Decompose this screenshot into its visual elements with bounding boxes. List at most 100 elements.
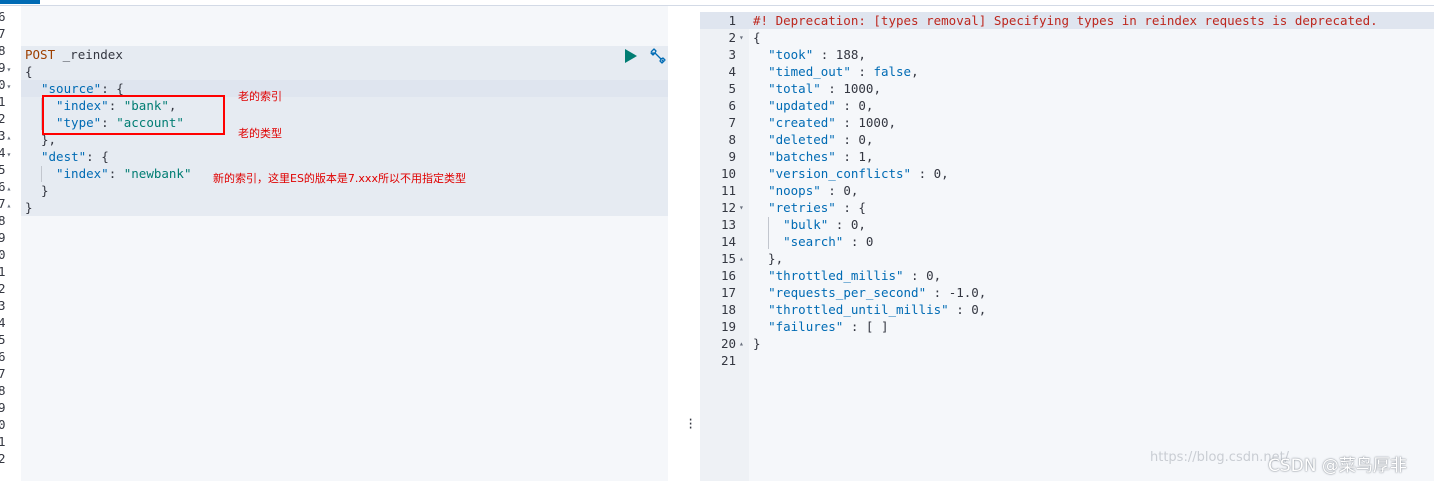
response-line: "failures" : [ ] xyxy=(768,319,889,334)
wrench-icon xyxy=(650,48,666,64)
response-line-number: 8 xyxy=(728,132,736,147)
fold-toggle-icon[interactable]: ▾ xyxy=(7,82,12,91)
response-line-number: 9 xyxy=(728,149,736,164)
punct: : { xyxy=(101,81,124,96)
response-line: "noops" : 0, xyxy=(768,183,859,198)
response-line: "batches" : 1, xyxy=(768,149,874,164)
response-line: "total" : 1000, xyxy=(768,81,881,96)
response-line: "throttled_millis" : 0, xyxy=(768,268,942,283)
line-number: 7 xyxy=(0,366,6,381)
line-number: 2 xyxy=(0,111,6,126)
fold-toggle-icon[interactable]: ▾ xyxy=(7,150,12,159)
fold-toggle-icon[interactable]: ▴ xyxy=(7,201,12,210)
response-line: { xyxy=(753,30,761,45)
line-number: 0▾ xyxy=(0,77,12,92)
code-line[interactable]: "index": "newbank" xyxy=(56,165,191,182)
code-line[interactable]: { xyxy=(25,63,33,80)
punct: : { xyxy=(86,149,109,164)
response-line-number: 2 xyxy=(728,30,736,45)
response-line: "requests_per_second" : -1.0, xyxy=(768,285,987,300)
response-line: "version_conflicts" : 0, xyxy=(768,166,949,181)
line-number: 7▴ xyxy=(0,196,12,211)
brace: } xyxy=(41,183,49,198)
line-number: 9▾ xyxy=(0,60,12,75)
play-icon xyxy=(625,49,637,63)
response-line: }, xyxy=(753,251,784,266)
fold-toggle-icon[interactable]: ▾ xyxy=(739,199,744,216)
json-key: "source" xyxy=(41,81,102,96)
active-tab-indicator[interactable] xyxy=(0,0,40,4)
line-number: 6 xyxy=(0,9,6,24)
fold-toggle-icon[interactable]: ▴ xyxy=(739,335,744,352)
response-line-number: 7 xyxy=(728,115,736,130)
response-line-number: 11 xyxy=(720,183,736,198)
indent-guide xyxy=(768,217,769,249)
fold-toggle-icon[interactable]: ▴ xyxy=(7,133,12,142)
response-line-number: 12 xyxy=(720,200,736,215)
line-number: 5 xyxy=(0,332,6,347)
line-number: 8 xyxy=(0,43,6,58)
line-number: 2 xyxy=(0,281,6,296)
annotation-old-index: 老的索引 xyxy=(238,90,282,103)
line-number: 1 xyxy=(0,264,6,279)
response-line-number: 16 xyxy=(720,268,736,283)
annotation-new-index: 新的索引，这里ES的版本是7.xxx所以不用指定类型 xyxy=(213,172,466,185)
request-editor-gutter: 6 7 8 9▾ 0▾ 1 2 3▴ 4▾ 5 6▴ 7▴ 8 9 0 1 2 3 4 5 6 7 8 9 0 1 2 xyxy=(0,6,21,481)
response-line-number: 15 xyxy=(720,251,736,266)
indent-guide xyxy=(41,166,42,182)
response-line-number: 3 xyxy=(728,47,736,62)
line-number: 3▴ xyxy=(0,128,12,143)
line-number: 0 xyxy=(0,247,6,262)
line-number: 4▾ xyxy=(0,145,12,160)
watermark-brand: CSDN @菜鸟厚非 xyxy=(1268,456,1407,476)
response-line-number: 19 xyxy=(720,319,736,334)
brace: } xyxy=(25,200,33,215)
code-line[interactable]: } xyxy=(41,182,49,199)
fold-toggle-icon[interactable]: ▾ xyxy=(7,65,12,74)
response-line-number: 10 xyxy=(720,166,736,181)
response-line-number: 21 xyxy=(720,353,736,368)
fold-toggle-icon[interactable]: ▾ xyxy=(739,29,744,46)
request-line[interactable]: POST _reindex xyxy=(25,46,123,63)
line-number: 9 xyxy=(0,400,6,415)
code-line[interactable]: "dest": { xyxy=(41,148,109,165)
line-number: 8 xyxy=(0,213,6,228)
line-number: 0 xyxy=(0,417,6,432)
json-key: "dest" xyxy=(41,149,87,164)
line-number: 8 xyxy=(0,383,6,398)
send-request-button[interactable] xyxy=(624,49,638,63)
request-url: _reindex xyxy=(62,47,123,62)
json-key: "index" xyxy=(56,166,109,181)
drag-handle-icon[interactable]: · · · xyxy=(687,414,694,434)
source-highlight-box xyxy=(42,95,225,135)
response-line-number: 1 xyxy=(728,13,736,28)
response-line-number: 5 xyxy=(728,81,736,96)
panel-splitter[interactable] xyxy=(684,6,698,481)
line-number: 6 xyxy=(0,349,6,364)
request-actions-button[interactable] xyxy=(648,48,666,66)
line-number: 3 xyxy=(0,298,6,313)
response-line: "deleted" : 0, xyxy=(768,132,874,147)
response-line: "timed_out" : false, xyxy=(768,64,919,79)
response-line: "bulk" : 0, xyxy=(783,217,866,232)
fold-toggle-icon[interactable]: ▴ xyxy=(739,250,744,267)
response-line-number: 17 xyxy=(720,285,736,300)
annotation-old-type: 老的类型 xyxy=(238,127,282,140)
response-line: } xyxy=(753,336,761,351)
line-number: 6▴ xyxy=(0,179,12,194)
http-method: POST xyxy=(25,47,56,62)
line-number: 2 xyxy=(0,451,6,466)
line-number: 4 xyxy=(0,315,6,330)
response-line-number: 6 xyxy=(728,98,736,113)
response-line-number: 13 xyxy=(720,217,736,232)
response-line-number: 14 xyxy=(720,234,736,249)
line-number: 9 xyxy=(0,230,6,245)
brace: { xyxy=(25,64,33,79)
response-line-number: 20 xyxy=(720,336,736,351)
code-line[interactable]: } xyxy=(25,199,33,216)
response-line: "took" : 188, xyxy=(768,47,866,62)
line-number: 1 xyxy=(0,434,6,449)
response-line: "throttled_until_millis" : 0, xyxy=(768,302,987,317)
json-string: "newbank" xyxy=(123,166,192,181)
fold-toggle-icon[interactable]: ▴ xyxy=(7,184,12,193)
